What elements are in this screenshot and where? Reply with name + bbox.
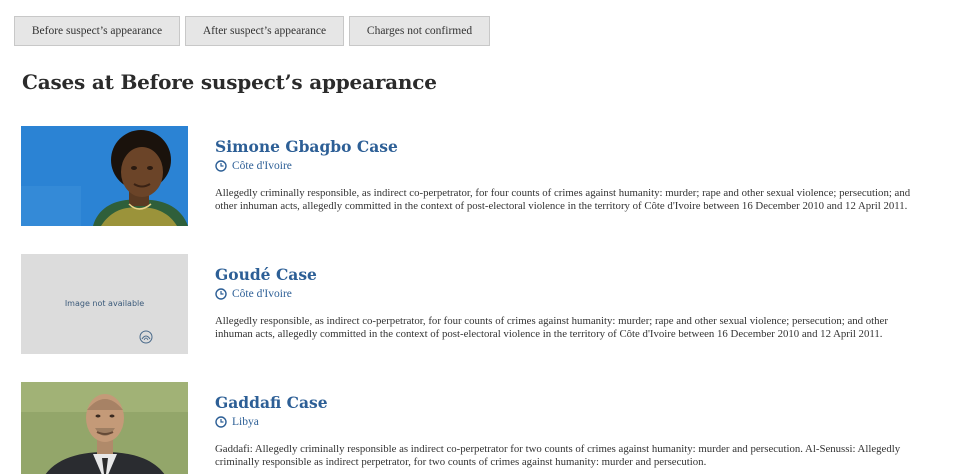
case-description: Gaddafi: Allegedly criminally responsibl… xyxy=(215,443,901,468)
case-country-label[interactable]: Côte d'Ivoire xyxy=(232,160,292,172)
case-stage-tabs: Before suspect’s appearance After suspec… xyxy=(14,16,490,46)
case-description: Allegedly responsible, as indirect co-pe… xyxy=(215,315,888,340)
page-title: Cases at Before suspect’s appearance xyxy=(22,70,437,94)
case-description: Allegedly criminally responsible, as ind… xyxy=(215,187,911,212)
case-country: Libya xyxy=(215,416,925,428)
case-thumbnail-goude[interactable]: Image not available xyxy=(21,254,188,354)
case-info: Gaddafi Case Libya Gaddafi: Allegedly cr… xyxy=(215,393,925,469)
clock-icon xyxy=(215,416,227,428)
case-country-label[interactable]: Libya xyxy=(232,416,259,428)
case-thumbnail-simone-gbagbo[interactable] xyxy=(21,126,188,226)
tab-charges-not-confirmed[interactable]: Charges not confirmed xyxy=(349,16,490,46)
clock-icon xyxy=(215,288,227,300)
icc-logo xyxy=(139,330,153,344)
tab-after-suspect-appearance[interactable]: After suspect’s appearance xyxy=(185,16,344,46)
case-info: Simone Gbagbo Case Côte d'Ivoire Alleged… xyxy=(215,137,925,213)
case-country: Côte d'Ivoire xyxy=(215,160,925,172)
portrait-image xyxy=(21,382,188,474)
case-info: Goudé Case Côte d'Ivoire Allegedly respo… xyxy=(215,265,925,341)
image-not-available-text: Image not available xyxy=(64,299,145,308)
portrait-image xyxy=(21,126,188,226)
icc-emblem-icon xyxy=(139,330,153,344)
case-title-link[interactable]: Goudé Case xyxy=(215,265,925,285)
case-country-label[interactable]: Côte d'Ivoire xyxy=(232,288,292,300)
clock-icon xyxy=(215,160,227,172)
tab-before-suspect-appearance[interactable]: Before suspect’s appearance xyxy=(14,16,180,46)
case-thumbnail-gaddafi[interactable] xyxy=(21,382,188,474)
case-country: Côte d'Ivoire xyxy=(215,288,925,300)
case-title-link[interactable]: Gaddafi Case xyxy=(215,393,925,413)
case-title-link[interactable]: Simone Gbagbo Case xyxy=(215,137,925,157)
